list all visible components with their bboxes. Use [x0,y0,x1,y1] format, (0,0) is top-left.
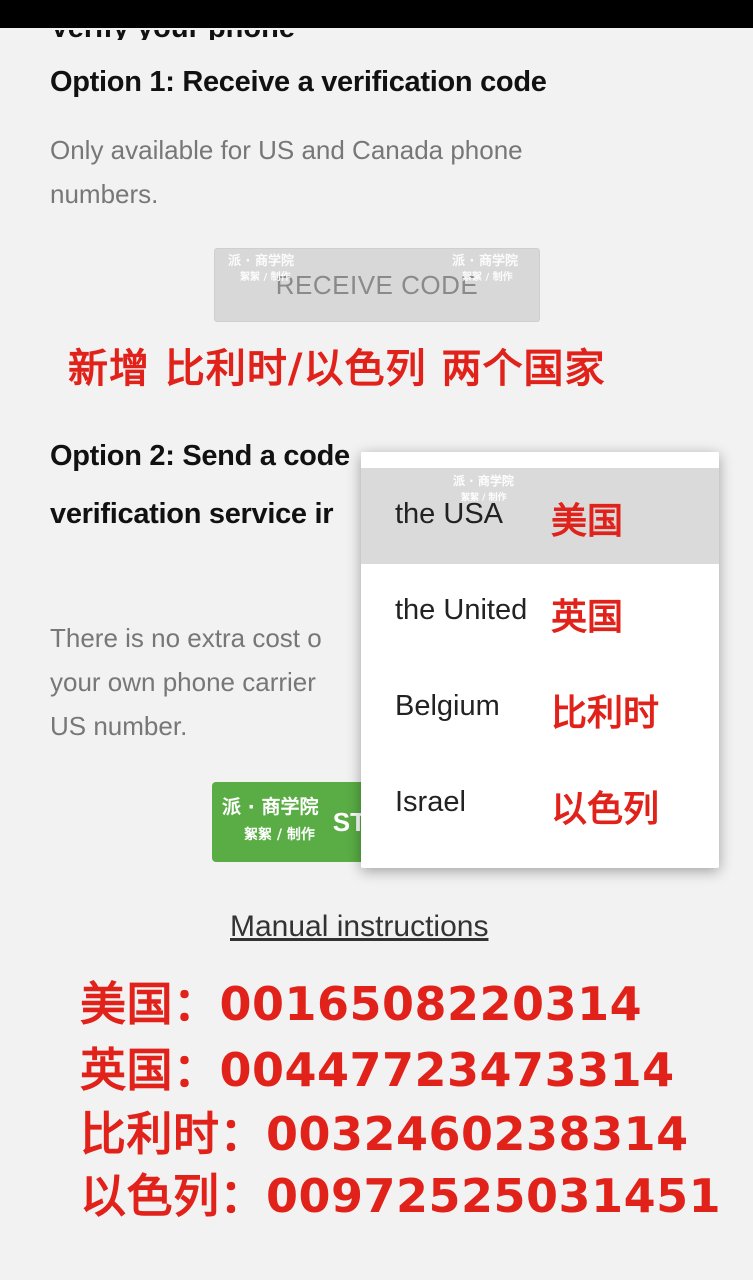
option1-title: Option 1: Receive a verification code [50,66,547,98]
watermark: 絮絮 / 制作 [461,493,507,503]
phone-number-israel: 以色列：00972525031451 [80,1169,722,1223]
option2-desc-line3: US number. [50,711,188,741]
annotation-cn-label: 比利时 [551,693,660,734]
dropdown-option-label: Israel [395,786,466,818]
watermark: 派 · 商学院 [228,254,294,269]
manual-instructions-link[interactable]: Manual instructions [230,910,488,944]
option1-desc-line1: Only available for US and Canada phone [50,135,523,165]
dropdown-option-uk[interactable]: the United 英国 [361,564,719,660]
watermark: 派 · 商学院 [452,254,518,269]
annotation-cn-label: 以色列 [551,789,660,830]
watermark: 派 · 商学院 [222,796,319,818]
watermark: 派 · 商学院 [453,474,514,488]
phone-number-uk: 英国：00447723473314 [80,1043,675,1097]
receive-code-label: RECEIVE CODE [275,269,479,300]
phone-number-belgium: 比利时：0032460238314 [80,1107,689,1161]
annotation-cn-label: 英国 [551,597,624,638]
option2-title-line1: Option 2: Send a code [50,440,350,472]
option2-title-line2: verification service ir [50,498,334,530]
cut-off-heading: Verify your phone [50,30,410,40]
dropdown-option-label: Belgium [395,690,500,722]
phone-number-usa: 美国：0016508220314 [80,977,643,1031]
option1-desc-line2: numbers. [50,179,159,209]
status-bar [0,0,753,28]
annotation-cn-label: 美国 [551,501,624,542]
watermark: 絮絮 / 制作 [240,272,291,283]
dropdown-option-label: the United [395,594,528,626]
country-dropdown-menu: the USA 美国 the United 英国 Belgium 比利时 Isr… [361,452,719,868]
dropdown-option-belgium[interactable]: Belgium 比利时 [361,660,719,756]
watermark: 絮絮 / 制作 [244,827,315,843]
option2-desc-line2: your own phone carrier [50,667,316,697]
option2-desc-line1: There is no extra cost o [50,623,322,653]
dropdown-option-usa[interactable]: the USA 美国 [361,468,719,564]
watermark: 絮絮 / 制作 [462,272,513,283]
annotation-banner: 新增 比利时/以色列 两个国家 [68,346,606,392]
dropdown-option-israel[interactable]: Israel 以色列 [361,756,719,852]
